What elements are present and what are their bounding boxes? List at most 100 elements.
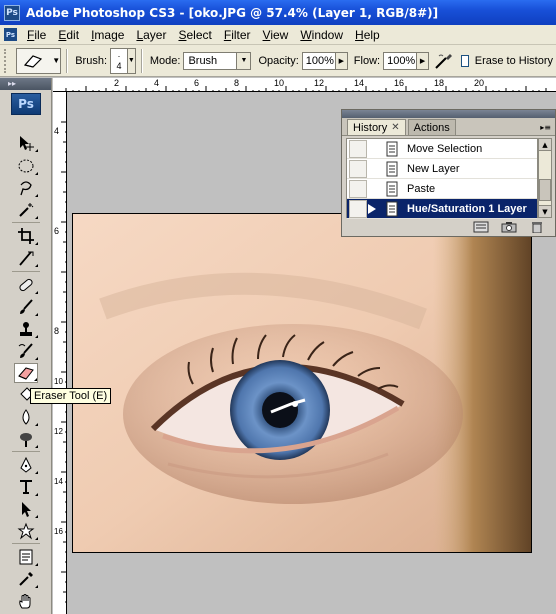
photoshop-logo[interactable]: Ps [11,93,41,115]
history-scrollbar[interactable]: ▲ ▼ [538,138,552,218]
flow-field[interactable]: 100% ▶ [383,51,430,70]
brush-tool[interactable] [14,297,38,317]
airbrush-icon[interactable] [434,50,454,72]
tab-actions[interactable]: Actions [407,119,456,135]
new-document-from-state-icon[interactable] [471,220,491,234]
menu-window[interactable]: Window [294,28,349,42]
document-image[interactable] [72,213,532,553]
menu-edit[interactable]: Edit [52,28,85,42]
toolbox: ▸▸ Ps [0,78,52,614]
history-state-slider-icon[interactable] [367,200,377,218]
chevron-down-icon: ▼ [52,56,61,65]
dodge-tool[interactable] [14,429,38,449]
brush-picker-dropdown[interactable]: ▼ [127,47,136,74]
brush-size-value: 4 [116,60,122,71]
mode-label: Mode: [149,54,181,67]
type-tool[interactable] [14,477,38,497]
hand-tool[interactable] [14,591,38,611]
slice-eyedropper-tool[interactable] [14,248,38,268]
ruler-label: 6 [54,226,60,236]
ruler-label: 18 [434,78,445,88]
custom-shape-tool[interactable] [14,521,38,541]
magic-wand-tool[interactable] [14,200,38,220]
history-item[interactable]: Paste [347,179,537,199]
hand-icon [19,594,31,609]
brush-preset-preview[interactable]: · 4 [110,47,128,74]
chevron-right-icon[interactable]: ▶ [416,52,429,69]
lasso-tool[interactable] [14,178,38,198]
history-source-checkbox[interactable] [349,199,367,218]
history-list: Move Selection New Layer Paste Hue/Satur… [346,138,538,219]
document-icon[interactable]: Ps [4,28,17,41]
close-icon[interactable]: ✕ [391,122,399,133]
history-item[interactable]: Move Selection [347,139,537,159]
clone-stamp-tool[interactable] [14,319,38,339]
opacity-field[interactable]: 100% ▶ [301,51,348,70]
panel-tabs: History ✕ Actions ▸≡ [342,118,555,136]
blur-tool[interactable] [14,407,38,427]
menu-view[interactable]: View [257,28,295,42]
history-brush-tool[interactable] [14,341,38,361]
chevron-down-icon: ▼ [236,52,251,69]
mode-value: Brush [188,54,218,67]
notes-tool[interactable] [14,547,38,567]
eraser-tool[interactable] [14,363,38,383]
crop-tool[interactable] [14,226,38,246]
chevron-right-icon[interactable]: ▶ [334,52,347,69]
pen-tool[interactable] [14,455,38,475]
scroll-down-icon[interactable]: ▼ [539,205,551,217]
menu-select[interactable]: Select [172,28,217,42]
note-icon [19,549,33,565]
brush-label: Brush: [75,54,107,67]
eyedropper-tool[interactable] [14,569,38,589]
tool-preset-picker[interactable]: ▼ [16,47,62,74]
menu-help[interactable]: Help [349,28,386,42]
new-snapshot-icon[interactable] [499,220,519,234]
lasso-icon [20,181,32,196]
history-source-checkbox[interactable] [349,179,367,198]
history-source-checkbox[interactable] [349,139,367,158]
title-bar: Ps Adobe Photoshop CS3 - [oko.JPG @ 57.4… [0,0,556,25]
brush-dot-icon: · [117,50,121,61]
ruler-label: 2 [114,78,120,88]
ruler-label: 4 [54,126,60,136]
history-source-checkbox[interactable] [349,159,367,178]
brush-icon [20,299,33,314]
photoshop-app-icon[interactable]: Ps [4,4,20,21]
ruler-label: 8 [234,78,240,88]
options-bar-grip[interactable] [4,48,8,73]
marquee-tool[interactable] [14,156,38,176]
scroll-up-icon[interactable]: ▲ [539,139,551,151]
pen-icon [20,456,32,473]
move-tool[interactable] [14,133,38,153]
dodge-icon [20,433,32,447]
panel-menu-icon[interactable]: ▸≡ [540,123,551,132]
menu-layer[interactable]: Layer [130,28,172,42]
path-selection-tool[interactable] [14,499,38,519]
move-icon [20,136,34,151]
menu-filter[interactable]: Filter [218,28,257,42]
trash-icon[interactable] [527,220,547,234]
horizontal-ruler: 2 4 6 8 10 12 14 16 18 20 [53,78,556,92]
magic-wand-icon [19,203,34,217]
history-item-selected[interactable]: Hue/Saturation 1 Layer [347,199,537,219]
menu-image[interactable]: Image [85,28,130,42]
history-item[interactable]: New Layer [347,159,537,179]
bandage-icon [19,278,33,292]
history-state-slot [367,180,377,198]
history-panel: History ✕ Actions ▸≡ Move Selection New … [341,109,556,237]
ruler-label: 12 [314,78,325,88]
scrollbar-thumb[interactable] [539,179,551,201]
ruler-label: 14 [354,78,365,88]
toolbox-header[interactable]: ▸▸ [0,78,51,90]
menu-file[interactable]: File [21,28,52,42]
erase-to-history-checkbox[interactable] [461,54,469,67]
panel-header[interactable] [342,110,555,118]
history-footer [342,218,555,236]
mode-select[interactable]: Brush ▼ [183,51,252,70]
healing-brush-tool[interactable] [14,275,38,295]
history-state-icon [383,180,401,198]
ruler-label: 16 [54,527,63,536]
tab-history[interactable]: History ✕ [347,119,406,135]
eraser-icon [20,51,46,71]
